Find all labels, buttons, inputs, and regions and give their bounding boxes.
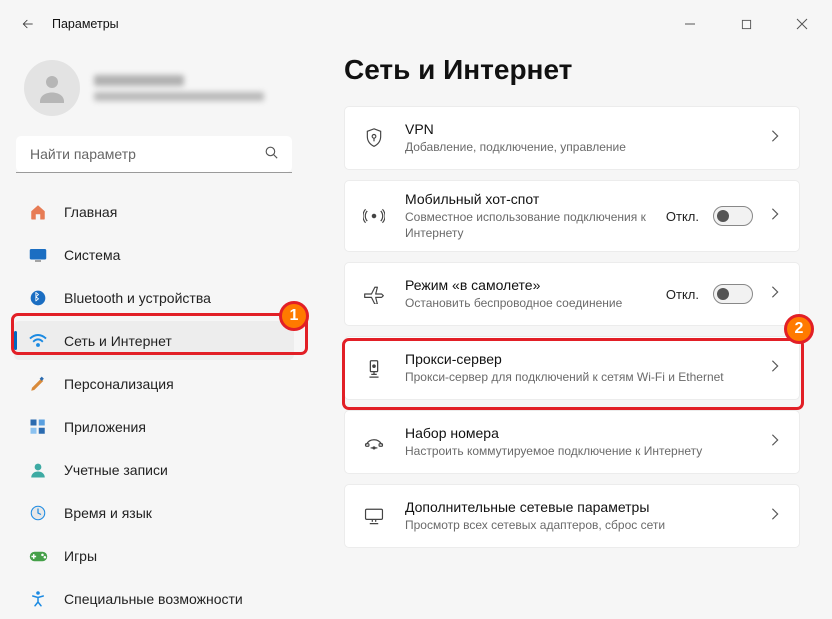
nav-item-network[interactable]: Сеть и Интернет [14, 321, 294, 360]
annotation-badge-1: 1 [279, 301, 309, 331]
back-button[interactable] [12, 8, 44, 40]
accessibility-icon [28, 589, 48, 609]
nav-label: Персонализация [64, 376, 174, 392]
page-title: Сеть и Интернет [344, 54, 800, 86]
status-text: Откл. [666, 209, 699, 224]
nav-label: Главная [64, 204, 117, 220]
chevron-right-icon [769, 433, 781, 452]
brush-icon [28, 374, 48, 394]
search-icon [263, 144, 280, 166]
card-subtitle: Остановить беспроводное соединение [405, 295, 666, 311]
nav-item-home[interactable]: Главная [14, 192, 294, 231]
nav-label: Приложения [64, 419, 146, 435]
card-subtitle: Совместное использование подключения к И… [405, 209, 666, 241]
proxy-icon [359, 357, 389, 379]
card-dialup[interactable]: Набор номера Настроить коммутируемое подк… [344, 410, 800, 474]
hotspot-icon [359, 207, 389, 225]
account-name-blurred [94, 75, 264, 101]
chevron-right-icon [769, 129, 781, 148]
card-title: VPN [405, 121, 769, 137]
card-title: Режим «в самолете» [405, 277, 666, 293]
status-text: Откл. [666, 287, 699, 302]
airplane-icon [359, 284, 389, 304]
chevron-right-icon [769, 285, 781, 304]
nav-item-personalization[interactable]: Персонализация [14, 364, 294, 403]
window-title: Параметры [52, 17, 119, 31]
phone-icon [359, 432, 389, 452]
game-icon [28, 546, 48, 566]
card-title: Прокси-сервер [405, 351, 769, 367]
card-subtitle: Настроить коммутируемое подключение к Ин… [405, 443, 769, 459]
minimize-button[interactable] [672, 8, 708, 40]
chevron-right-icon [769, 359, 781, 378]
titlebar: Параметры [0, 0, 832, 48]
card-subtitle: Просмотр всех сетевых адаптеров, сброс с… [405, 517, 769, 533]
nav-label: Система [64, 247, 120, 263]
card-title: Дополнительные сетевые параметры [405, 499, 769, 515]
person-icon [28, 460, 48, 480]
bluetooth-icon [28, 288, 48, 308]
nav-item-time-language[interactable]: Время и язык [14, 494, 294, 533]
shield-icon [359, 127, 389, 149]
nav-item-bluetooth[interactable]: Bluetooth и устройства [14, 278, 294, 317]
card-proxy[interactable]: Прокси-сервер Прокси-сервер для подключен… [344, 336, 800, 400]
avatar [24, 60, 80, 116]
card-subtitle: Добавление, подключение, управление [405, 139, 769, 155]
system-icon [28, 245, 48, 265]
wifi-icon [28, 331, 48, 351]
nav-item-accounts[interactable]: Учетные записи [14, 451, 294, 490]
apps-icon [28, 417, 48, 437]
nav-label: Специальные возможности [64, 591, 243, 607]
clock-globe-icon [28, 503, 48, 523]
card-vpn[interactable]: VPN Добавление, подключение, управление [344, 106, 800, 170]
search-wrap [14, 136, 294, 172]
nav-item-system[interactable]: Система [14, 235, 294, 274]
search-input[interactable] [16, 136, 292, 172]
toggle-switch[interactable] [713, 206, 753, 226]
nav-item-apps[interactable]: Приложения [14, 407, 294, 446]
toggle-switch[interactable] [713, 284, 753, 304]
chevron-right-icon [769, 207, 781, 226]
card-hotspot[interactable]: Мобильный хот-спот Совместное использован… [344, 180, 800, 252]
home-icon [28, 202, 48, 222]
nav-item-gaming[interactable]: Игры [14, 537, 294, 576]
account-block[interactable] [14, 48, 294, 132]
nav-label: Учетные записи [64, 462, 168, 478]
card-subtitle: Прокси-сервер для подключений к сетям Wi… [405, 369, 769, 385]
card-airplane[interactable]: Режим «в самолете» Остановить беспроводно… [344, 262, 800, 326]
nav-item-accessibility[interactable]: Специальные возможности [14, 580, 294, 619]
nav-label: Bluetooth и устройства [64, 290, 211, 306]
card-title: Мобильный хот-спот [405, 191, 666, 207]
card-advanced-network[interactable]: Дополнительные сетевые параметры Просмотр… [344, 484, 800, 548]
nav-label: Сеть и Интернет [64, 333, 172, 349]
monitor-network-icon [359, 506, 389, 526]
nav-label: Время и язык [64, 505, 152, 521]
maximize-button[interactable] [728, 8, 764, 40]
annotation-badge-2: 2 [784, 314, 814, 344]
nav-label: Игры [64, 548, 97, 564]
main-content: Сеть и Интернет VPN Добавление, подключен… [308, 48, 832, 619]
chevron-right-icon [769, 507, 781, 526]
close-button[interactable] [784, 8, 820, 40]
card-title: Набор номера [405, 425, 769, 441]
sidebar: Главная Система Bluetooth и устройства С… [0, 48, 308, 619]
